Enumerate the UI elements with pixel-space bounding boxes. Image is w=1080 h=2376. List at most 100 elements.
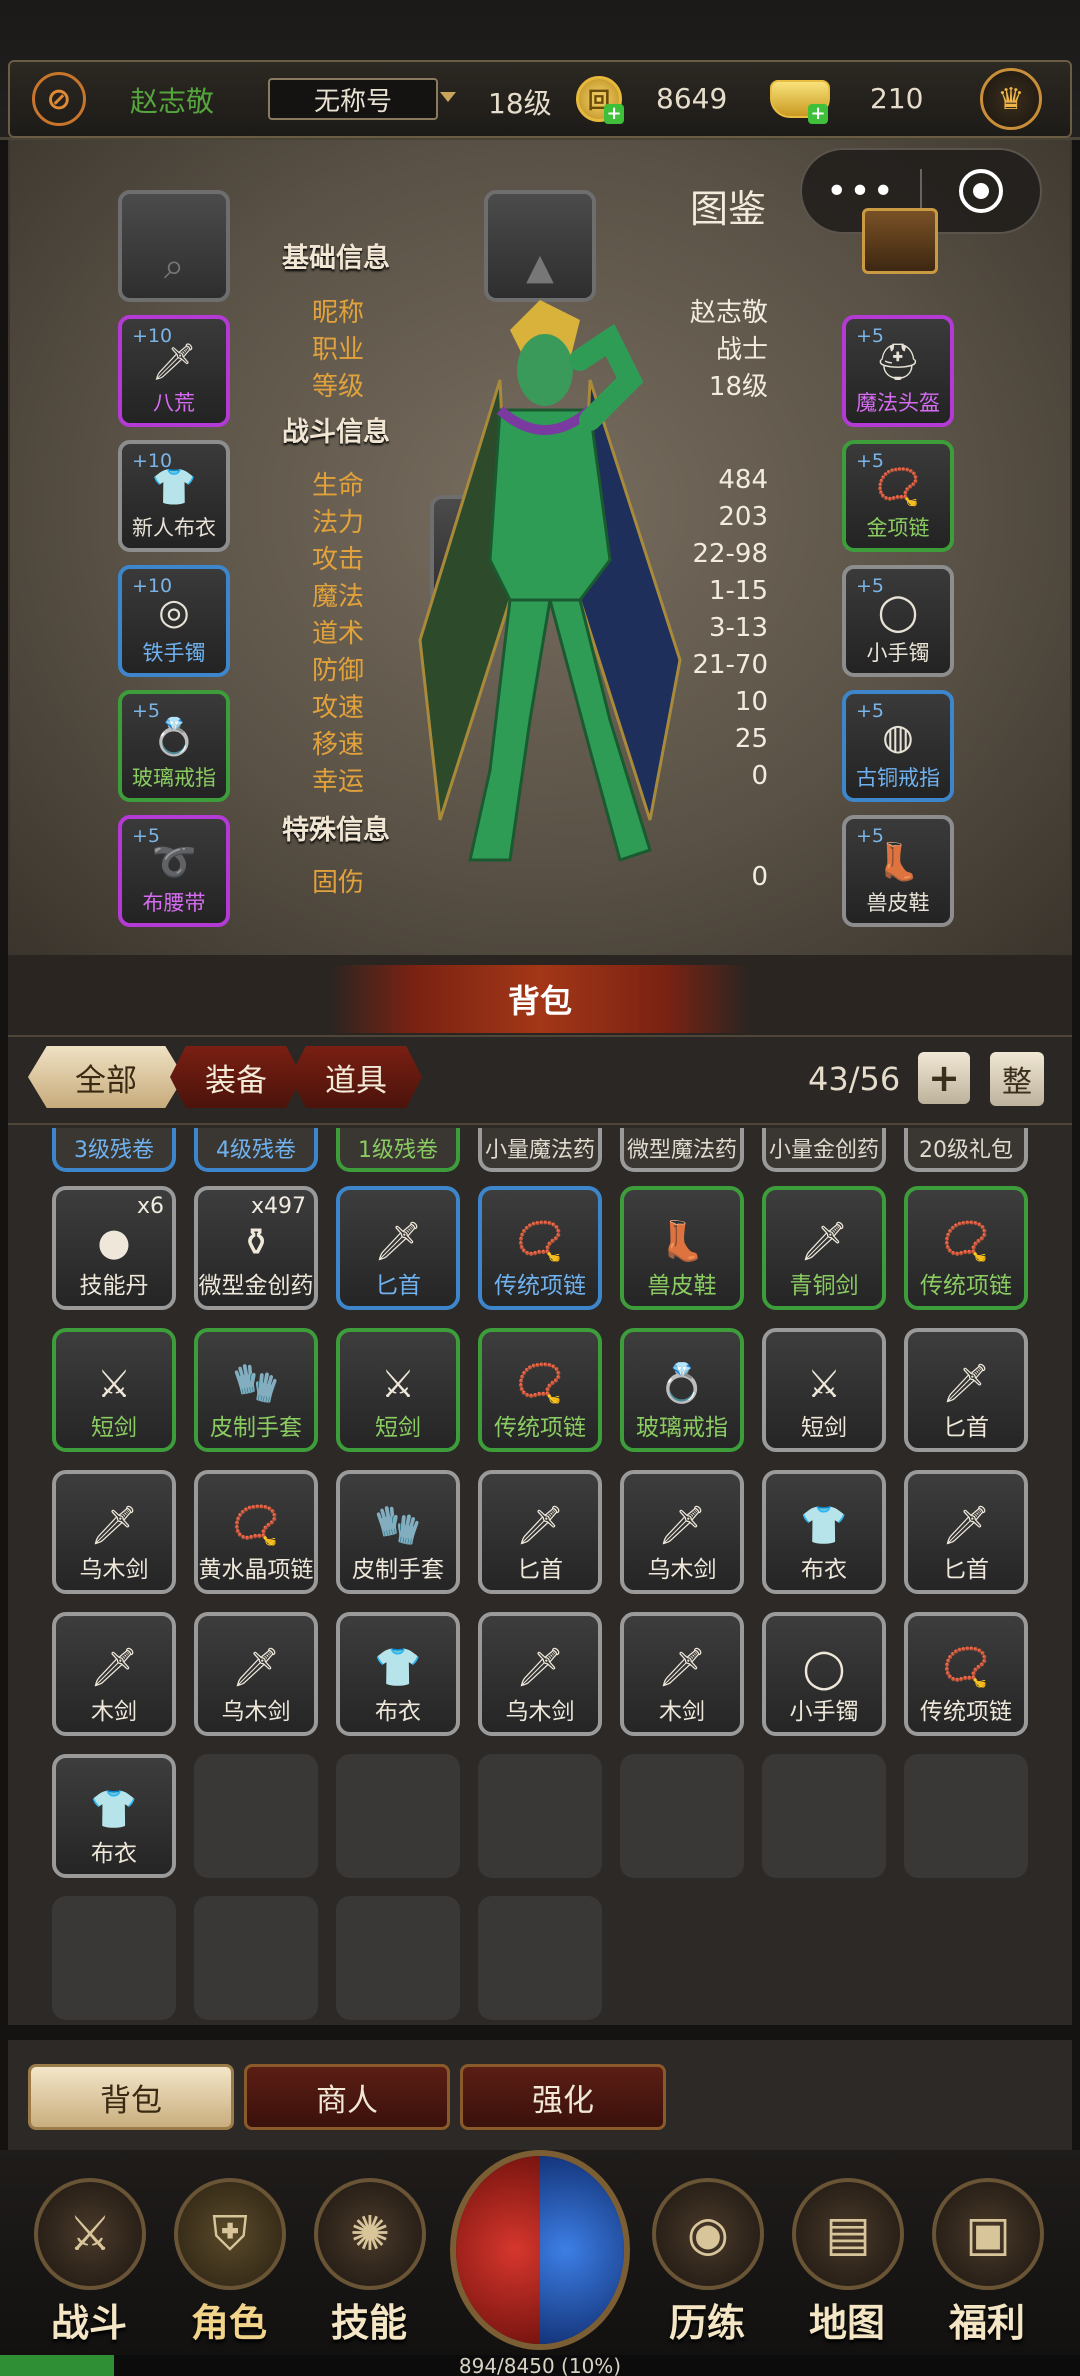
tujian-label[interactable]: 图鉴 bbox=[690, 178, 766, 233]
bag-item-slot[interactable]: 🗡 木剑 bbox=[52, 1612, 176, 1736]
bag-item-slot[interactable]: 💍 玻璃戒指 bbox=[620, 1328, 744, 1452]
list-item[interactable]: 4级残卷 bbox=[194, 1128, 318, 1172]
rune-logo-icon[interactable]: ⊘ bbox=[32, 72, 86, 126]
bag-item-slot[interactable]: 📿 传统项链 bbox=[478, 1186, 602, 1310]
bag-empty-slot[interactable] bbox=[194, 1754, 318, 1878]
crossed-swords-icon[interactable]: ⚔ bbox=[34, 2178, 146, 2290]
bag-empty-slot[interactable] bbox=[762, 1754, 886, 1878]
bag-item-slot[interactable]: 🗡 乌木剑 bbox=[620, 1470, 744, 1594]
bag-item-slot[interactable]: 🗡 木剑 bbox=[620, 1612, 744, 1736]
bag-item-slot[interactable]: 📿 黄水晶项链 bbox=[194, 1470, 318, 1594]
stat-value: 1-15 bbox=[708, 576, 768, 606]
equip-slot-boots[interactable]: +5 👢 兽皮鞋 bbox=[842, 815, 954, 927]
bag-item-slot[interactable]: 📿 传统项链 bbox=[478, 1328, 602, 1452]
nav-character[interactable]: 角色 bbox=[164, 2292, 294, 2347]
bag-item-slot[interactable]: 📿 传统项链 bbox=[904, 1186, 1028, 1310]
add-copper-icon[interactable]: + bbox=[604, 104, 624, 124]
bag-item-slot[interactable]: x497 ⚱ 微型金创药 bbox=[194, 1186, 318, 1310]
bag-empty-slot[interactable] bbox=[620, 1754, 744, 1878]
close-miniapp-button[interactable] bbox=[922, 169, 1040, 213]
bag-item-slot[interactable]: 🗡 青铜剑 bbox=[762, 1186, 886, 1310]
spiral-icon[interactable]: ◉ bbox=[652, 2178, 764, 2290]
item-icon: 🗡 bbox=[941, 1361, 991, 1405]
bag-item-slot[interactable]: 🗡 匕首 bbox=[904, 1328, 1028, 1452]
nav-skills[interactable]: 技能 bbox=[304, 2292, 434, 2347]
bag-item-slot[interactable]: ⚔ 短剑 bbox=[762, 1328, 886, 1452]
tab-equipment[interactable]: 装备 bbox=[170, 1046, 302, 1108]
item-icon: ⚔ bbox=[806, 1362, 842, 1406]
chevron-down-icon[interactable] bbox=[440, 92, 456, 102]
stat-label: 职业 bbox=[312, 335, 365, 365]
list-item[interactable]: 3级残卷 bbox=[52, 1128, 176, 1172]
tab-enhance[interactable]: 强化 bbox=[460, 2064, 666, 2130]
bag-item-slot[interactable]: 🗡 乌木剑 bbox=[194, 1612, 318, 1736]
equip-slot-weapon[interactable]: +10 🗡 八荒 bbox=[118, 315, 230, 427]
bag-item-slot[interactable]: ◯ 小手镯 bbox=[762, 1612, 886, 1736]
equip-slot-helmet[interactable]: +5 ⛑ 魔法头盔 bbox=[842, 315, 954, 427]
nav-map[interactable]: 地图 bbox=[782, 2292, 912, 2347]
tab-merchant[interactable]: 商人 bbox=[244, 2064, 450, 2130]
equip-slot-ring-left[interactable]: +5 💍 玻璃戒指 bbox=[118, 690, 230, 802]
bag-empty-slot[interactable] bbox=[478, 1896, 602, 2020]
flame-skill-icon[interactable]: ✺ bbox=[314, 2178, 426, 2290]
copper-amount: 8649 bbox=[656, 82, 728, 115]
list-item[interactable]: 小量金创药 bbox=[762, 1128, 886, 1172]
bag-item-slot[interactable]: 🗡 匕首 bbox=[904, 1470, 1028, 1594]
equip-slot-empty-necklace[interactable]: ⌕ bbox=[118, 190, 230, 302]
sort-bag-button[interactable]: 整 bbox=[990, 1052, 1044, 1106]
treasure-chest-icon[interactable]: ▣ bbox=[932, 2178, 1044, 2290]
bag-item-slot[interactable]: 👕 布衣 bbox=[336, 1612, 460, 1736]
stat-value: 0 bbox=[751, 862, 768, 892]
bag-empty-slot[interactable] bbox=[904, 1754, 1028, 1878]
boots-icon: 👢 bbox=[875, 842, 921, 883]
bag-item-slot[interactable]: 👢 兽皮鞋 bbox=[620, 1186, 744, 1310]
bag-empty-slot[interactable] bbox=[336, 1896, 460, 2020]
tab-all[interactable]: 全部 bbox=[28, 1046, 184, 1108]
equip-slot-bracelet-left[interactable]: +10 ◎ 铁手镯 bbox=[118, 565, 230, 677]
list-item[interactable]: 微型魔法药 bbox=[620, 1128, 744, 1172]
tab-bag[interactable]: 背包 bbox=[28, 2064, 234, 2130]
item-icon: 🗡 bbox=[515, 1645, 565, 1689]
tab-items[interactable]: 道具 bbox=[290, 1046, 422, 1108]
bag-item-slot[interactable]: ⚔ 短剑 bbox=[336, 1328, 460, 1452]
nav-training[interactable]: 历练 bbox=[642, 2292, 772, 2347]
nav-welfare[interactable]: 福利 bbox=[922, 2292, 1052, 2347]
bag-item-slot[interactable]: ⚔ 短剑 bbox=[52, 1328, 176, 1452]
character-helmet-icon[interactable]: ⛨ bbox=[174, 2178, 286, 2290]
list-item[interactable]: 小量魔法药 bbox=[478, 1128, 602, 1172]
add-gold-icon[interactable]: + bbox=[808, 104, 828, 124]
bag-item-slot[interactable]: x6 ● 技能丹 bbox=[52, 1186, 176, 1310]
crown-icon[interactable]: ♛ bbox=[980, 68, 1042, 130]
more-icon[interactable]: ••• bbox=[802, 171, 920, 212]
stat-label: 道术 bbox=[312, 619, 365, 649]
bag-empty-slot[interactable] bbox=[336, 1754, 460, 1878]
bag-item-slot[interactable]: 👕 布衣 bbox=[52, 1754, 176, 1878]
equip-slot-necklace[interactable]: +5 📿 金项链 bbox=[842, 440, 954, 552]
equip-slot-armor[interactable]: +10 👕 新人布衣 bbox=[118, 440, 230, 552]
bag-empty-slot[interactable] bbox=[478, 1754, 602, 1878]
equip-slot-bracelet-right[interactable]: +5 ◯ 小手镯 bbox=[842, 565, 954, 677]
bag-item-slot[interactable]: 🗡 乌木剑 bbox=[478, 1612, 602, 1736]
list-item[interactable]: 20级礼包 bbox=[904, 1128, 1028, 1172]
nav-battle[interactable]: 战斗 bbox=[24, 2292, 154, 2347]
bag-item-slot[interactable]: 👕 布衣 bbox=[762, 1470, 886, 1594]
bracelet-icon: ◎ bbox=[158, 592, 190, 633]
equip-slot-empty-top[interactable]: ▲ bbox=[484, 190, 596, 302]
bag-item-slot[interactable]: 🧤 皮制手套 bbox=[336, 1470, 460, 1594]
bag-item-slot[interactable]: 🗡 匕首 bbox=[478, 1470, 602, 1594]
expand-bag-button[interactable]: + bbox=[918, 1052, 970, 1104]
stat-value: 203 bbox=[718, 502, 768, 532]
item-icon: 👕 bbox=[90, 1787, 138, 1831]
bag-item-slot[interactable]: 🗡 乌木剑 bbox=[52, 1470, 176, 1594]
bag-empty-slot[interactable] bbox=[194, 1896, 318, 2020]
bag-empty-slot[interactable] bbox=[52, 1896, 176, 2020]
bag-item-slot[interactable]: 📿 传统项链 bbox=[904, 1612, 1028, 1736]
title-select[interactable]: 无称号 bbox=[268, 78, 438, 120]
equip-slot-ring-right[interactable]: +5 ◍ 古铜戒指 bbox=[842, 690, 954, 802]
equip-slot-belt[interactable]: +5 ➰ 布腰带 bbox=[118, 815, 230, 927]
map-scroll-icon[interactable]: ▤ bbox=[792, 2178, 904, 2290]
treasure-chest-icon[interactable] bbox=[862, 208, 938, 274]
bag-item-slot[interactable]: 🧤 皮制手套 bbox=[194, 1328, 318, 1452]
list-item[interactable]: 1级残卷 bbox=[336, 1128, 460, 1172]
bag-item-slot[interactable]: 🗡 匕首 bbox=[336, 1186, 460, 1310]
